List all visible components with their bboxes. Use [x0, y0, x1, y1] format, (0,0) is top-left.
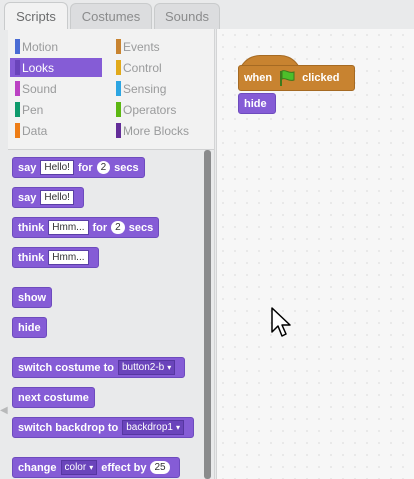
say-text-input[interactable]: Hello! — [40, 190, 74, 205]
block-palette: Motion Looks Sound Pen Data Events Contr… — [8, 29, 215, 479]
sound-color-swatch — [15, 81, 20, 96]
category-sensing[interactable]: Sensing — [111, 79, 203, 98]
backdrop-dropdown[interactable]: backdrop1 — [122, 420, 184, 435]
next-costume-block[interactable]: next costume — [12, 387, 95, 408]
block-text: secs — [114, 161, 139, 174]
palette-scrollbar[interactable] — [204, 150, 211, 479]
category-looks[interactable]: Looks — [10, 58, 102, 77]
block-text: say — [18, 191, 37, 204]
category-sound[interactable]: Sound — [10, 79, 102, 98]
block-text: next costume — [18, 391, 89, 404]
operators-color-swatch — [116, 102, 121, 117]
looks-color-swatch — [15, 60, 20, 75]
collapse-arrow-icon[interactable]: ◀ — [0, 405, 8, 419]
tab-costumes[interactable]: Costumes — [70, 3, 152, 29]
block-text: for — [77, 161, 93, 174]
think-text-input[interactable]: Hmm... — [48, 250, 89, 265]
effect-dropdown[interactable]: color — [60, 460, 98, 475]
block-text: think — [18, 251, 45, 264]
think-block[interactable]: think Hmm... — [12, 247, 99, 268]
category-label: Sensing — [123, 81, 167, 96]
block-text: hide — [244, 97, 267, 110]
category-data[interactable]: Data — [10, 121, 102, 140]
events-color-swatch — [116, 39, 121, 54]
block-text: hide — [18, 321, 41, 334]
block-text: change — [18, 461, 57, 474]
block-text: say — [18, 161, 37, 174]
block-text: clicked — [302, 72, 340, 84]
block-text: think — [18, 221, 45, 234]
category-label: Events — [123, 39, 160, 54]
category-motion[interactable]: Motion — [10, 37, 102, 56]
editor-tabs: Scripts Costumes Sounds — [0, 0, 414, 30]
category-pen[interactable]: Pen — [10, 100, 102, 119]
when-flag-clicked-block[interactable]: when clicked — [238, 55, 355, 93]
block-text: switch costume to — [18, 361, 114, 374]
block-text: when — [244, 72, 273, 84]
show-block[interactable]: show — [12, 287, 53, 308]
category-label: Data — [22, 123, 48, 138]
category-label: Control — [123, 60, 162, 75]
category-label: Operators — [123, 102, 177, 117]
looks-blocks-list: say Hello! for 2 secs say Hello! think H… — [8, 150, 206, 479]
block-text: for — [92, 221, 108, 234]
category-list: Motion Looks Sound Pen Data Events Contr… — [8, 29, 214, 150]
effect-number-input[interactable]: 25 — [150, 461, 170, 474]
block-text: effect by — [101, 461, 147, 474]
block-text: show — [18, 291, 47, 304]
mouse-pointer-icon — [271, 307, 291, 337]
say-text-input[interactable]: Hello! — [40, 160, 74, 175]
think-for-secs-block[interactable]: think Hmm... for 2 secs — [12, 217, 160, 238]
category-more-blocks[interactable]: More Blocks — [111, 121, 203, 140]
category-label: Sound — [22, 81, 57, 96]
category-label: Motion — [22, 39, 59, 54]
think-text-input[interactable]: Hmm... — [48, 220, 89, 235]
switch-costume-block[interactable]: switch costume to button2-b — [12, 357, 186, 378]
costume-dropdown[interactable]: button2-b — [117, 360, 176, 375]
script-hide-block[interactable]: hide — [238, 93, 276, 114]
tab-sounds[interactable]: Sounds — [154, 3, 220, 29]
hide-block[interactable]: hide — [12, 317, 47, 338]
more-blocks-color-swatch — [116, 123, 121, 138]
change-effect-block[interactable]: change color effect by 25 — [12, 457, 180, 478]
green-flag-icon — [280, 70, 295, 86]
motion-color-swatch — [15, 39, 20, 54]
category-label: Pen — [22, 102, 44, 117]
category-events[interactable]: Events — [111, 37, 203, 56]
secs-number-input[interactable]: 2 — [111, 221, 125, 234]
say-block[interactable]: say Hello! — [12, 187, 84, 208]
category-operators[interactable]: Operators — [111, 100, 203, 119]
block-text: secs — [128, 221, 154, 234]
category-control[interactable]: Control — [111, 58, 203, 77]
control-color-swatch — [116, 60, 121, 75]
script-area[interactable]: when clicked hide — [216, 29, 414, 479]
category-label: More Blocks — [123, 123, 190, 138]
hat-body: when clicked — [238, 65, 355, 91]
tab-scripts[interactable]: Scripts — [4, 2, 68, 30]
data-color-swatch — [15, 123, 20, 138]
secs-number-input[interactable]: 2 — [96, 161, 111, 174]
say-for-secs-block[interactable]: say Hello! for 2 secs — [12, 157, 145, 178]
category-label: Looks — [22, 60, 55, 75]
block-text: switch backdrop to — [18, 421, 119, 434]
pen-color-swatch — [15, 102, 20, 117]
switch-backdrop-block[interactable]: switch backdrop to backdrop1 — [12, 417, 194, 438]
sensing-color-swatch — [116, 81, 121, 96]
